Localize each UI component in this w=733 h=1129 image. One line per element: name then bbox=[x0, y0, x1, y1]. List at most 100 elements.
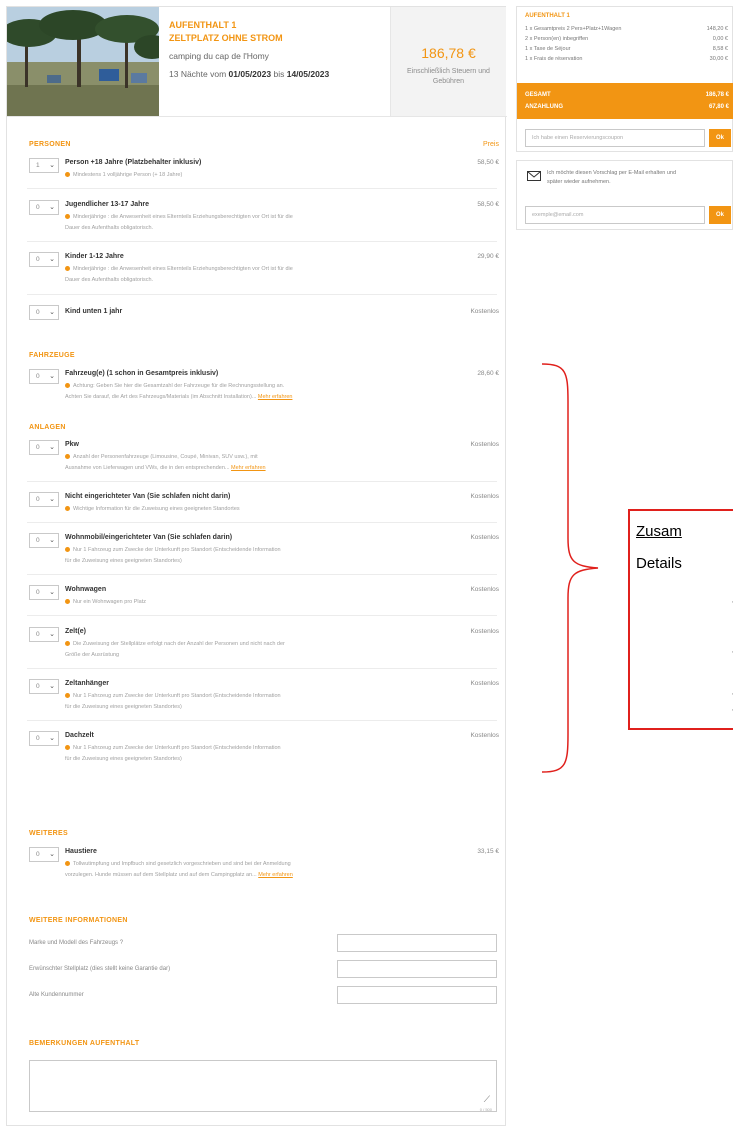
option-note: Nur 1 Fahrzeug zum Zwecke der Unterkunft… bbox=[65, 693, 281, 710]
summary-line-value: 0,00 € bbox=[712, 36, 728, 42]
deposit-label: ANZAHLUNG bbox=[525, 104, 563, 110]
stay-price: 186,78 € bbox=[421, 45, 476, 61]
section-bemerkungen: BEMERKUNGEN AUFENTHALT bbox=[29, 1040, 140, 1047]
option-note: Nur 1 Fahrzeug zum Zwecke der Unterkunft… bbox=[65, 745, 281, 762]
quantity-select[interactable]: 0 ⌄ bbox=[29, 252, 59, 267]
email-ok-button[interactable]: Ok bbox=[709, 206, 731, 224]
annotation-details-label: Details bbox=[636, 555, 682, 572]
option-note: Nur 1 Fahrzeug zum Zwecke der Unterkunft… bbox=[65, 547, 281, 564]
option-title: Kinder 1-12 Jahre bbox=[65, 253, 124, 260]
more-info-link[interactable]: Mehr erfahren bbox=[258, 872, 293, 878]
stay-dates: 13 Nächte vom 01/05/2023 bis 14/05/2023 bbox=[169, 69, 389, 79]
divider bbox=[27, 294, 497, 295]
more-info-link[interactable]: Mehr erfahren bbox=[231, 465, 266, 471]
divider bbox=[27, 668, 497, 669]
chevron-down-icon: ⌄ bbox=[49, 373, 55, 380]
stay-details: AUFENTHALT 1 ZELTPLATZ OHNE STROM campin… bbox=[169, 19, 389, 79]
quantity-select[interactable]: 0 ⌄ bbox=[29, 627, 59, 642]
option-price: Kostenlos bbox=[470, 534, 499, 541]
campsite-name: camping du cap de l'Homy bbox=[169, 51, 269, 61]
envelope-icon bbox=[527, 171, 541, 181]
option-title: Kind unten 1 jahr bbox=[65, 308, 123, 315]
divider bbox=[27, 522, 497, 523]
option-price: 58,50 € bbox=[477, 201, 499, 208]
preferred-pitch-input[interactable] bbox=[337, 960, 497, 978]
info-dot-icon bbox=[65, 172, 70, 178]
totals-bar: GESAMT 186,78 € ANZAHLUNG 67,80 € bbox=[517, 83, 733, 119]
option-price: Kostenlos bbox=[470, 628, 499, 635]
quantity-select[interactable]: 0 ⌄ bbox=[29, 585, 59, 600]
option-note: Minderjährige : die Anwesenheit eines El… bbox=[65, 214, 293, 231]
info-dot-icon bbox=[65, 641, 70, 647]
info-dot-icon bbox=[65, 745, 70, 751]
quantity-select[interactable]: 0 ⌄ bbox=[29, 679, 59, 694]
quantity-select[interactable]: 0 ⌄ bbox=[29, 492, 59, 507]
quantity-select[interactable]: 0 ⌄ bbox=[29, 731, 59, 746]
booking-summary: AUFENTHALT 1 1 x Gesamtpreis 2 Pers+Plat… bbox=[516, 6, 733, 152]
option-note: Nur ein Wohnwagen pro Platz bbox=[65, 597, 395, 608]
remarks-textarea[interactable]: ⟋ 0 / 500 bbox=[29, 1060, 497, 1112]
stay-subtitle: ZELTPLATZ OHNE STROM bbox=[169, 33, 283, 43]
chevron-down-icon: ⌄ bbox=[49, 162, 55, 169]
option-title: Fahrzeug(e) (1 schon in Gesamtpreis inkl… bbox=[65, 370, 219, 377]
annotation-heading: Zusam bbox=[636, 523, 682, 540]
divider bbox=[27, 574, 497, 575]
stay-title: AUFENTHALT 1 bbox=[169, 20, 237, 30]
divider bbox=[27, 615, 497, 616]
quantity-select[interactable]: 0 ⌄ bbox=[29, 533, 59, 548]
info-dot-icon bbox=[65, 454, 70, 460]
chevron-down-icon: ⌄ bbox=[49, 204, 55, 211]
vehicle-model-input[interactable] bbox=[337, 934, 497, 952]
section-fahrzeuge: FAHRZEUGE bbox=[29, 352, 75, 359]
info-dot-icon bbox=[65, 693, 70, 699]
deposit-value: 67,80 € bbox=[708, 104, 729, 110]
info-dot-icon bbox=[65, 599, 70, 605]
quantity-select[interactable]: 0 ⌄ bbox=[29, 200, 59, 215]
option-note: Anzahl der Personenfahrzeuge (Limousine,… bbox=[65, 454, 266, 471]
email-input[interactable]: exemple@email.com bbox=[525, 206, 705, 224]
info-dot-icon bbox=[65, 214, 70, 220]
quantity-select[interactable]: 1 ⌄ bbox=[29, 158, 59, 173]
stay-header: AUFENTHALT 1 ZELTPLATZ OHNE STROM campin… bbox=[7, 7, 507, 117]
info-dot-icon bbox=[65, 266, 70, 272]
quantity-select[interactable]: 0 ⌄ bbox=[29, 440, 59, 455]
date-to: 14/05/2023 bbox=[286, 69, 330, 79]
customer-number-input[interactable] bbox=[337, 986, 497, 1004]
quantity-select[interactable]: 0 ⌄ bbox=[29, 369, 59, 384]
more-info-link[interactable]: Mehr erfahren bbox=[258, 394, 293, 400]
option-note: Mindestens 1 volljährige Person (+ 18 Ja… bbox=[65, 170, 395, 181]
option-price: 29,90 € bbox=[477, 253, 499, 260]
option-price: Kostenlos bbox=[470, 441, 499, 448]
quantity-select[interactable]: 0 ⌄ bbox=[29, 305, 59, 320]
date-from: 01/05/2023 bbox=[228, 69, 272, 79]
divider bbox=[27, 241, 497, 242]
info-dot-icon bbox=[65, 506, 70, 512]
divider bbox=[27, 188, 497, 189]
chevron-down-icon: ⌄ bbox=[49, 496, 55, 503]
quantity-select[interactable]: 0 ⌄ bbox=[29, 847, 59, 862]
campsite-photo bbox=[7, 7, 159, 116]
char-counter: 0 / 500 bbox=[479, 1107, 492, 1112]
option-title: Zeltanhänger bbox=[65, 680, 109, 687]
option-title: Zelt(e) bbox=[65, 628, 86, 635]
option-note: Wichtige Information für die Zuweisung e… bbox=[65, 504, 395, 515]
option-note: Minderjährige : die Anwesenheit eines El… bbox=[65, 266, 293, 283]
annotation-box: Zusam Details - - - - bbox=[628, 509, 733, 730]
email-proposal-box: Ich möchte diesen Vorschlag per E-Mail e… bbox=[516, 160, 733, 230]
divider bbox=[27, 481, 497, 482]
chevron-down-icon: ⌄ bbox=[49, 631, 55, 638]
coupon-input[interactable]: Ich habe einen Reservierungscoupon bbox=[525, 129, 705, 147]
total-label: GESAMT bbox=[525, 92, 551, 98]
coupon-ok-button[interactable]: Ok bbox=[709, 129, 731, 147]
section-anlagen: ANLAGEN bbox=[29, 424, 66, 431]
option-title: Jugendlicher 13-17 Jahre bbox=[65, 201, 150, 208]
resize-handle-icon[interactable]: ⟋ bbox=[484, 1094, 490, 1105]
curly-brace-annotation bbox=[541, 363, 599, 773]
summary-line-label: 2 x Person(en) inbegriffen bbox=[525, 36, 589, 42]
chevron-down-icon: ⌄ bbox=[49, 683, 55, 690]
chevron-down-icon: ⌄ bbox=[49, 589, 55, 596]
option-price: 28,60 € bbox=[477, 370, 499, 377]
summary-line-value: 8,58 € bbox=[712, 46, 728, 52]
section-personen: PERSONEN bbox=[29, 141, 71, 148]
option-price: 58,50 € bbox=[477, 159, 499, 166]
